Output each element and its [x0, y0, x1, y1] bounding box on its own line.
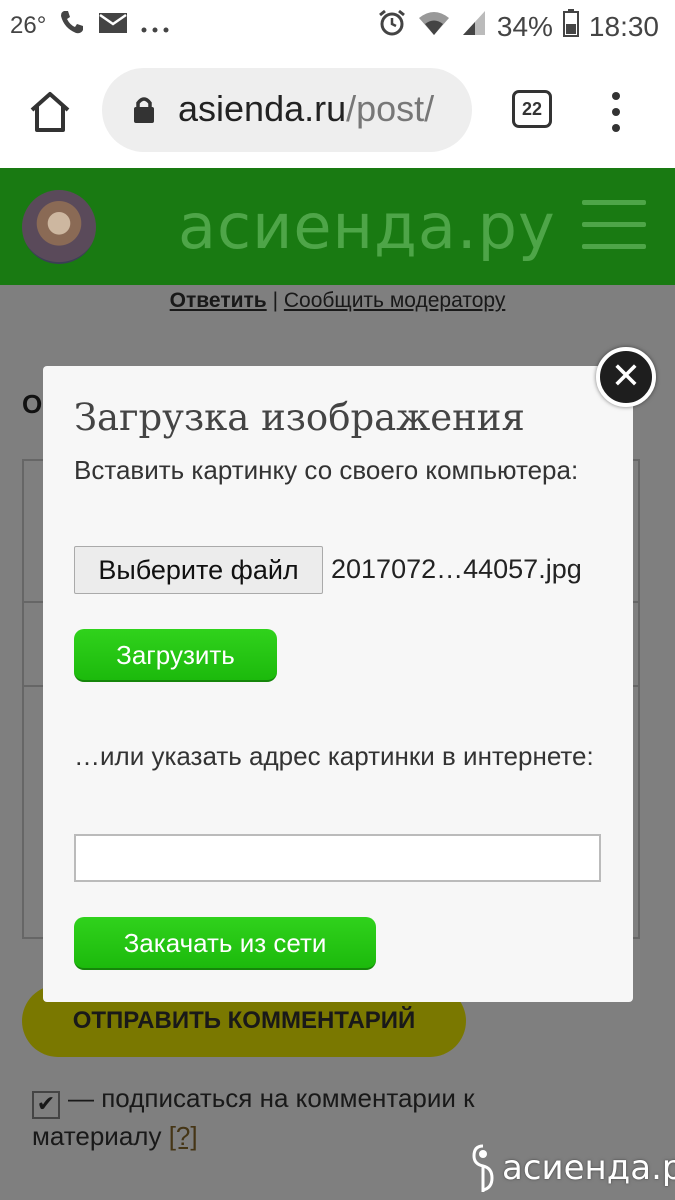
close-icon[interactable]: ✕	[596, 347, 656, 407]
url-text: asienda.ru/post/	[178, 88, 435, 129]
signal-icon	[461, 9, 487, 44]
site-logo[interactable]: асиенда.ру	[178, 190, 556, 263]
choose-file-button[interactable]: Выберите файл	[74, 546, 323, 594]
more-notifications-icon	[140, 10, 170, 42]
address-bar[interactable]: asienda.ru/post/	[102, 68, 472, 152]
fetch-from-web-button[interactable]: Закачать из сети	[74, 917, 376, 970]
home-icon[interactable]	[26, 88, 74, 136]
temperature: 26°	[10, 11, 47, 39]
alarm-icon	[377, 8, 407, 45]
mail-icon	[98, 10, 128, 42]
dialog-title: Загрузка изображения	[74, 396, 525, 439]
local-upload-prompt: Вставить картинку со своего компьютера:	[74, 455, 579, 485]
site-header: асиенда.ру	[0, 168, 675, 285]
clock-time: 18:30	[588, 10, 659, 42]
url-upload-prompt: …или указать адрес картинки в интернете:	[74, 741, 594, 771]
tab-switcher-button[interactable]: 22	[512, 90, 552, 128]
hamburger-menu-icon[interactable]	[582, 200, 646, 252]
lock-icon	[132, 96, 156, 124]
phone-wifi-call-icon	[58, 8, 86, 43]
user-avatar[interactable]	[22, 190, 96, 264]
selected-file-name: 2017072…44057.jpg	[331, 554, 582, 584]
status-bar: 26° 34% 18:30	[0, 0, 675, 52]
upload-button[interactable]: Загрузить	[74, 629, 277, 682]
watermark: асиенда.ру	[470, 1140, 675, 1196]
kebab-menu-icon[interactable]	[604, 90, 628, 134]
watermark-text: асиенда.ру	[502, 1148, 675, 1188]
image-url-input[interactable]	[74, 834, 601, 882]
battery-icon	[562, 9, 579, 44]
battery-percent: 34%	[496, 10, 553, 42]
watermark-logo-icon	[472, 1144, 494, 1192]
wifi-icon	[417, 9, 451, 44]
image-upload-dialog: Загрузка изображения Вставить картинку с…	[43, 366, 633, 1002]
browser-toolbar: asienda.ru/post/ 22	[0, 52, 675, 168]
